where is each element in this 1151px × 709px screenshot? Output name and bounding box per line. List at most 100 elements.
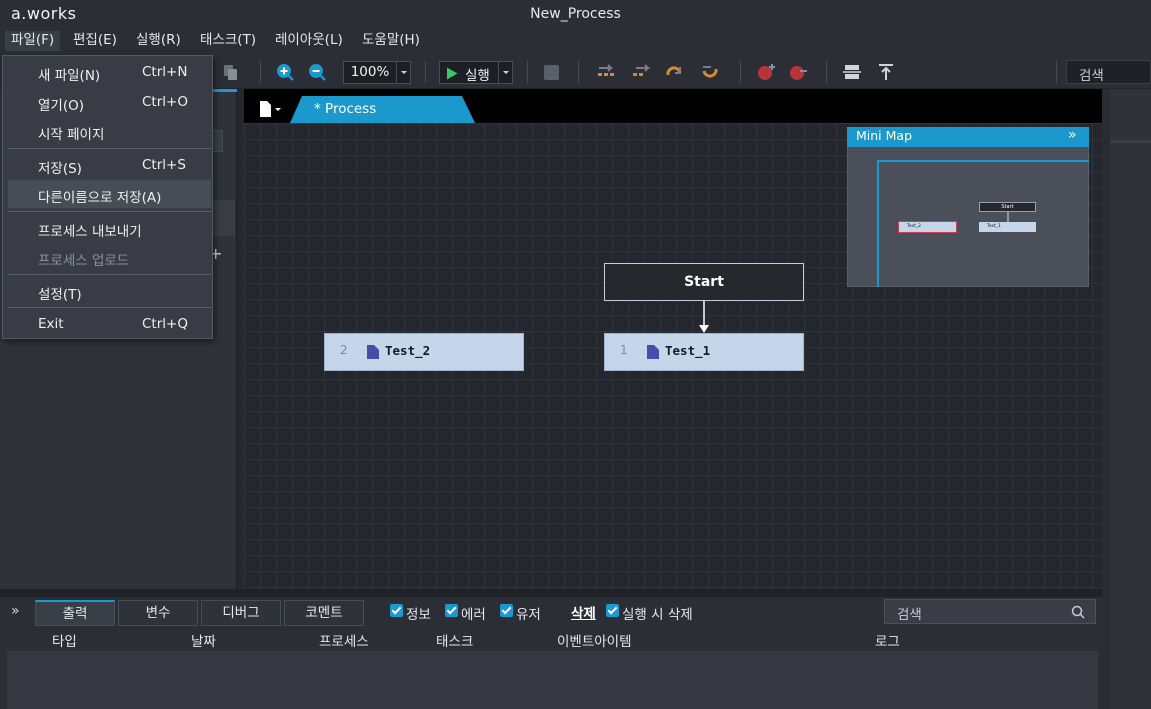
mini-map-start-node: Start [979,202,1036,212]
error-checkbox[interactable] [445,604,458,617]
mini-map-task-1: Test_1 [979,222,1036,232]
delete-log-link[interactable]: 삭제 [571,602,596,622]
menu-item-exit[interactable]: Exit Ctrl+Q [8,310,211,338]
toolbar-separator [740,61,741,83]
align-top-icon[interactable] [877,63,895,81]
new-file-dropdown-icon[interactable] [258,100,282,118]
menu-item-save-as[interactable]: 다른이름으로 저장(A) [8,180,211,208]
task-file-icon [647,345,659,359]
menu-item-label: 열기(O) [38,98,84,114]
menu-item-settings[interactable]: 설정(T) [8,277,211,305]
info-filter-label: 정보 [406,607,431,623]
menu-item-shortcut: Ctrl+N [142,64,188,80]
menu-item-label: 프로세스 업로드 [38,253,130,269]
search-icon[interactable] [1071,605,1085,619]
collapse-panel-icon[interactable]: » [11,603,20,619]
task-node-test-2[interactable]: 2 Test_2 [324,333,524,371]
connector-arrow [699,301,709,333]
chevron-down-icon [401,71,407,74]
bottom-splitter[interactable] [0,589,1102,597]
menu-item-label: 설정(T) [38,287,82,303]
menu-item-label: Exit [38,316,64,332]
menu-layout[interactable]: 레이아웃(L) [269,31,349,51]
menu-item-open[interactable]: 열기(O) Ctrl+O [8,88,211,116]
run-button[interactable]: 실행 [439,61,499,84]
step-over-icon[interactable] [597,63,617,81]
menu-item-shortcut: Ctrl+S [142,157,186,173]
column-event-item[interactable]: 이벤트아이템 [557,630,632,650]
menu-item-save[interactable]: 저장(S) Ctrl+S [8,151,211,179]
zoom-dropdown[interactable] [397,61,411,84]
menu-item-label: 다른이름으로 저장(A) [38,190,162,206]
double-chevron-right-icon[interactable]: » [1068,127,1077,143]
toolbar-separator [260,61,261,83]
toolbar-separator [527,61,528,83]
menu-item-start-page[interactable]: 시작 페이지 [8,117,211,145]
toolbar-separator [578,61,579,83]
step-into-icon[interactable] [632,63,652,81]
column-task[interactable]: 태스크 [436,630,473,650]
zoom-in-icon[interactable] [276,63,294,81]
tab-process-label: * Process [314,101,377,117]
toolbar-separator [826,61,827,83]
step-back-icon[interactable] [699,63,719,81]
remove-breakpoint-icon[interactable] [789,63,807,81]
menu-item-label: 시작 페이지 [38,127,105,143]
run-dropdown[interactable] [499,61,513,84]
window-title: New_Process [530,6,621,22]
tab-comment[interactable]: 코멘트 [284,600,364,626]
log-search-input[interactable]: 검색 [884,599,1096,624]
tab-output[interactable]: 출력 [35,600,115,626]
left-splitter[interactable] [237,89,244,589]
task-node-test-1[interactable]: 1 Test_1 [604,333,804,371]
menu-bar: 파일(F) 편집(E) 실행(R) 태스크(T) 레이아웃(L) 도움말(H) [0,28,1151,53]
stop-button[interactable] [544,65,559,80]
run-label: 실행 [465,68,490,84]
task-name: Test_2 [385,343,431,358]
column-date[interactable]: 날짜 [191,630,216,650]
menu-help[interactable]: 도움말(H) [356,31,426,51]
menu-item-label: 새 파일(N) [38,68,101,84]
tab-debug[interactable]: 디버그 [201,600,281,626]
menu-edit[interactable]: 편집(E) [67,31,123,51]
log-table-header [7,626,1098,652]
column-type[interactable]: 타입 [52,630,77,650]
menu-separator [8,148,211,149]
menu-item-new-file[interactable]: 새 파일(N) Ctrl+N [8,58,211,86]
align-center-icon[interactable] [843,63,861,81]
global-search-input[interactable]: 검색 [1066,60,1151,84]
delete-on-run-checkbox[interactable] [606,604,619,617]
paste-icon[interactable] [221,63,239,81]
error-filter-label: 에러 [461,607,486,623]
add-breakpoint-icon[interactable] [757,63,775,81]
step-out-icon[interactable] [665,63,685,81]
mini-map-title: Mini Map [856,128,913,143]
zoom-level[interactable]: 100% [343,61,397,84]
tab-process[interactable]: * Process [290,96,475,123]
menu-file[interactable]: 파일(F) [5,31,61,51]
user-checkbox[interactable] [500,604,513,617]
menu-separator [8,307,211,308]
menu-separator [8,211,211,212]
mini-map-connector [1007,212,1009,222]
column-process[interactable]: 프로세스 [319,630,369,650]
task-name: Test_1 [665,343,711,358]
right-splitter[interactable] [1102,89,1110,709]
play-icon [447,67,458,80]
menu-item-label: 저장(S) [38,161,82,177]
column-log[interactable]: 로그 [875,630,900,650]
menu-item-upload-process: 프로세스 업로드 [8,243,211,271]
start-node[interactable]: Start [604,263,804,301]
menu-task[interactable]: 태스크(T) [194,31,262,51]
right-panel [1110,89,1151,709]
toolbar-separator [425,61,426,83]
info-checkbox[interactable] [390,604,403,617]
menu-item-shortcut: Ctrl+O [142,94,188,110]
tab-variables[interactable]: 변수 [118,600,198,626]
menu-run[interactable]: 실행(R) [130,31,187,51]
task-number: 2 [340,343,348,357]
menu-item-label: 프로세스 내보내기 [38,224,142,240]
toolbar-separator [1056,61,1057,83]
zoom-out-icon[interactable] [308,63,326,81]
menu-item-export-process[interactable]: 프로세스 내보내기 [8,214,211,242]
